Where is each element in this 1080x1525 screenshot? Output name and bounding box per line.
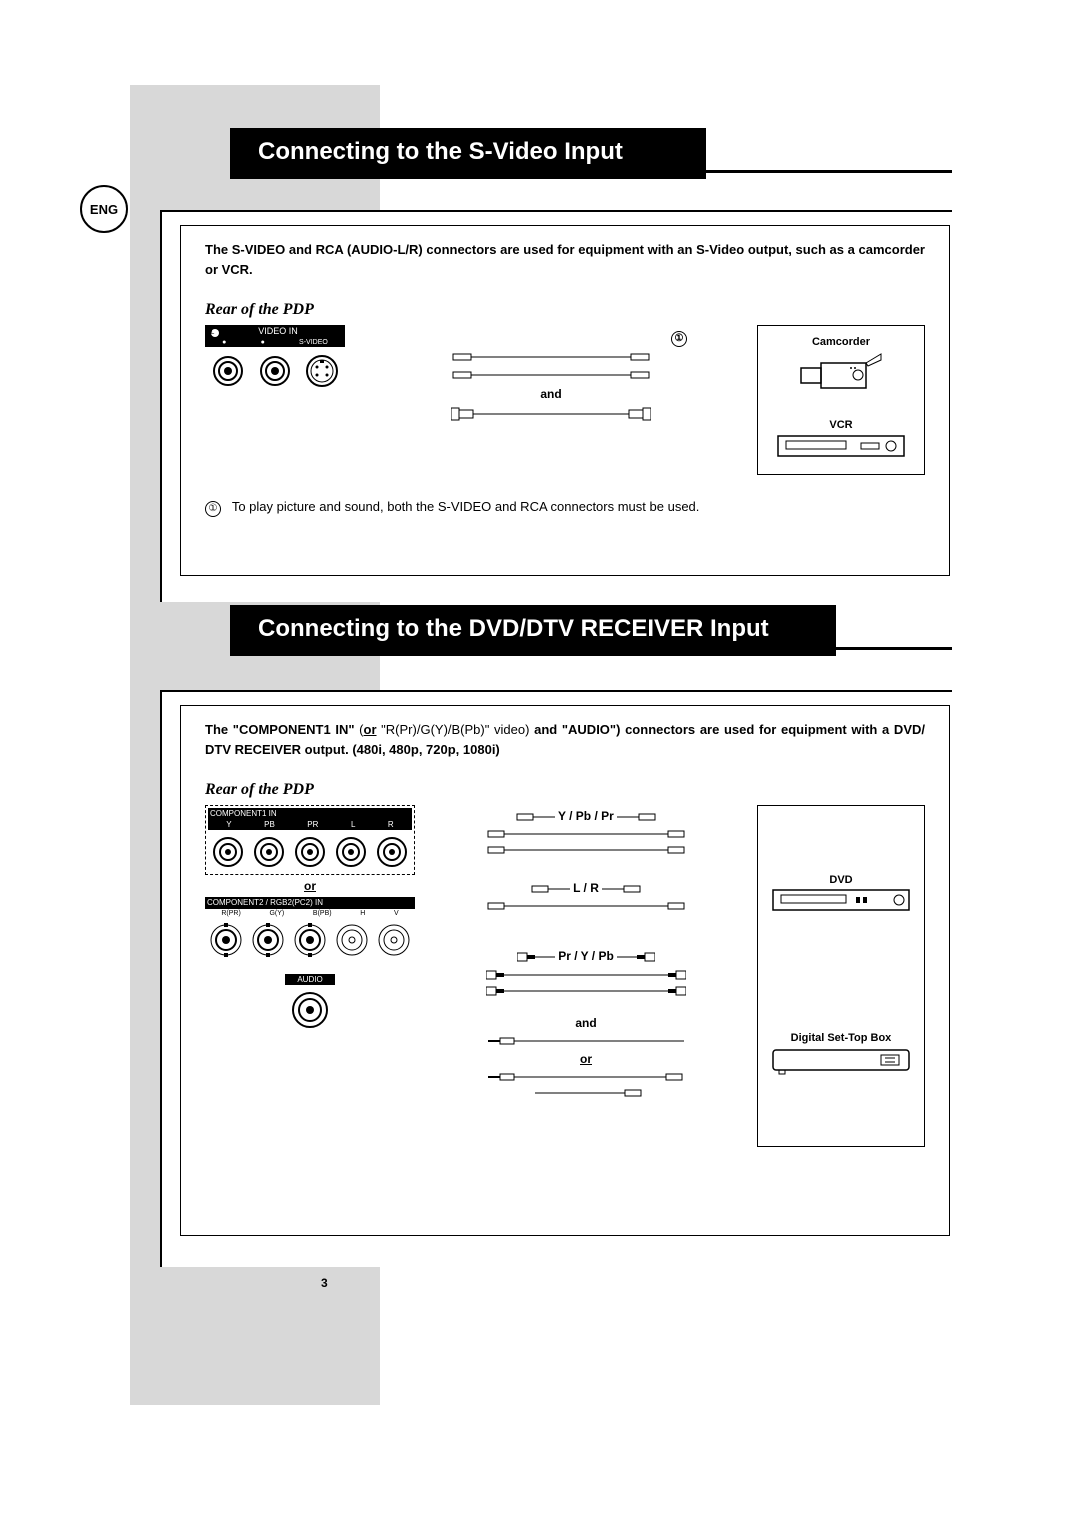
bnc-port-icon: [251, 920, 285, 960]
component1-port-labels: Y PB PR L R: [208, 819, 412, 830]
rca-cable-icon: [451, 349, 651, 365]
rca-r-icon: [258, 349, 292, 393]
and-label-2: and: [445, 1016, 727, 1030]
bnc-port-icon: [209, 920, 243, 960]
port-r-label: ●: [261, 339, 265, 346]
component2-port-labels: R(PR) G(Y) B(PB) H V: [205, 908, 415, 918]
rear-of-pdp-label-1: Rear of the PDP: [205, 301, 925, 319]
section2-intro: The "COMPONENT1 IN" (or "R(Pr)/G(Y)/B(Pb…: [205, 720, 925, 759]
bnc-port-icon: [293, 920, 327, 960]
video-in-text: VIDEO IN: [256, 326, 301, 337]
bnc-cable-icon: [486, 968, 686, 982]
component1-header: COMPONENT1 IN: [208, 808, 412, 819]
vcr-label: VCR: [766, 419, 916, 431]
footnote-marker: ①: [205, 501, 221, 517]
language-code: ENG: [90, 202, 118, 217]
section1-footnote: ① To play picture and sound, both the S-…: [205, 499, 925, 517]
component-panels-column: COMPONENT1 IN Y PB PR L R: [205, 805, 415, 1034]
rca-port-icon: [211, 832, 245, 872]
page-number: 3: [321, 1276, 328, 1290]
settop-icon: [771, 1044, 911, 1076]
section1-diagram-row: L VIDEO IN ● ● S-VIDEO ①: [205, 325, 925, 475]
camcorder-icon: [796, 348, 886, 398]
section2-inner-box: The "COMPONENT1 IN" (or "R(Pr)/G(Y)/B(Pb…: [180, 705, 950, 1236]
video-in-L: L: [205, 326, 256, 337]
and-label-1: and: [385, 387, 717, 401]
video-in-panel: L VIDEO IN ● ● S-VIDEO: [205, 325, 345, 393]
ypbpr-label: Y / Pb / Pr: [445, 809, 727, 823]
svideo-icon: [305, 349, 339, 393]
rca-l-icon: [211, 349, 245, 393]
component1-panel: COMPONENT1 IN Y PB PR L R: [205, 805, 415, 875]
section2-title: Connecting to the DVD/DTV RECEIVER Input: [258, 615, 769, 642]
section2-diagram-row: COMPONENT1 IN Y PB PR L R: [205, 805, 925, 1147]
component2-header: COMPONENT2 / RGB2(PC2) IN: [205, 897, 415, 908]
rca-cable-icon: [486, 899, 686, 913]
section2-underline: [230, 647, 952, 650]
dvd-icon: [771, 886, 911, 914]
manual-page: ENG Connecting to the S-Video Input The …: [0, 0, 1080, 1525]
section2-devices-box: DVD Digital Set-Top Box: [757, 805, 925, 1147]
vcr-icon: [776, 431, 906, 461]
audio-cable-icon: [486, 1070, 686, 1084]
stb-group: Digital Set-Top Box: [766, 1032, 916, 1079]
section1-devices-box: Camcorder VCR: [757, 325, 925, 475]
bnc-port-icon: [377, 920, 411, 960]
language-badge: ENG: [80, 185, 128, 233]
audio-cable-icon: [486, 1034, 686, 1048]
rear-of-pdp-label-2: Rear of the PDP: [205, 781, 925, 799]
audio-jack-icon: [290, 985, 330, 1031]
intro-p4: "R(Pr)/G(Y)/B(Pb)" video): [377, 722, 535, 737]
section1-intro: The S-VIDEO and RCA (AUDIO-L/R) connecto…: [205, 240, 925, 279]
rca-port-icon: [334, 832, 368, 872]
footnote-text: To play picture and sound, both the S-VI…: [232, 499, 700, 514]
dvd-label: DVD: [766, 874, 916, 886]
intro-p3: or: [364, 722, 377, 737]
rca-cable-icon: [486, 843, 686, 857]
audio-cable-icon: [535, 1086, 735, 1100]
component2-ports: [205, 918, 415, 960]
video-in-ports: [205, 347, 345, 393]
component2-panel: COMPONENT2 / RGB2(PC2) IN R(PR) G(Y) B(P…: [205, 897, 415, 960]
section1-inner-box: The S-VIDEO and RCA (AUDIO-L/R) connecto…: [180, 225, 950, 576]
rca-cable-icon: [486, 827, 686, 841]
port-sv-label: S-VIDEO: [299, 339, 328, 346]
lr-label: L / R: [445, 881, 727, 895]
section1-cables: ① and: [385, 325, 717, 425]
video-in-sublabels: ● ● S-VIDEO: [205, 338, 345, 347]
video-in-header: L VIDEO IN: [205, 325, 345, 338]
intro-p1: The "COMPONENT1 IN": [205, 722, 359, 737]
dvd-group: DVD: [766, 874, 916, 917]
port-l-label: ●: [222, 339, 226, 346]
or-label-2: or: [445, 1052, 727, 1066]
audio-panel: AUDIO: [285, 974, 335, 1034]
stb-label: Digital Set-Top Box: [766, 1032, 916, 1044]
section2-cables: Y / Pb / Pr L / R Pr / Y / Pb: [445, 805, 727, 1102]
camcorder-label: Camcorder: [766, 336, 916, 348]
rca-port-icon: [293, 832, 327, 872]
bnc-port-icon: [335, 920, 369, 960]
rca-port-icon: [375, 832, 409, 872]
or-label-panels: or: [205, 879, 415, 893]
rca-cable-icon: [451, 367, 651, 383]
component1-ports: [208, 830, 412, 872]
bnc-cable-icon: [486, 984, 686, 998]
rca-port-icon: [252, 832, 286, 872]
section1-underline: [230, 170, 952, 173]
svideo-cable-icon: [451, 405, 651, 423]
prypb-label: Pr / Y / Pb: [445, 949, 727, 964]
audio-header: AUDIO: [285, 974, 335, 985]
section1-title: Connecting to the S-Video Input: [258, 138, 623, 165]
cable-marker-1: ①: [671, 331, 687, 347]
